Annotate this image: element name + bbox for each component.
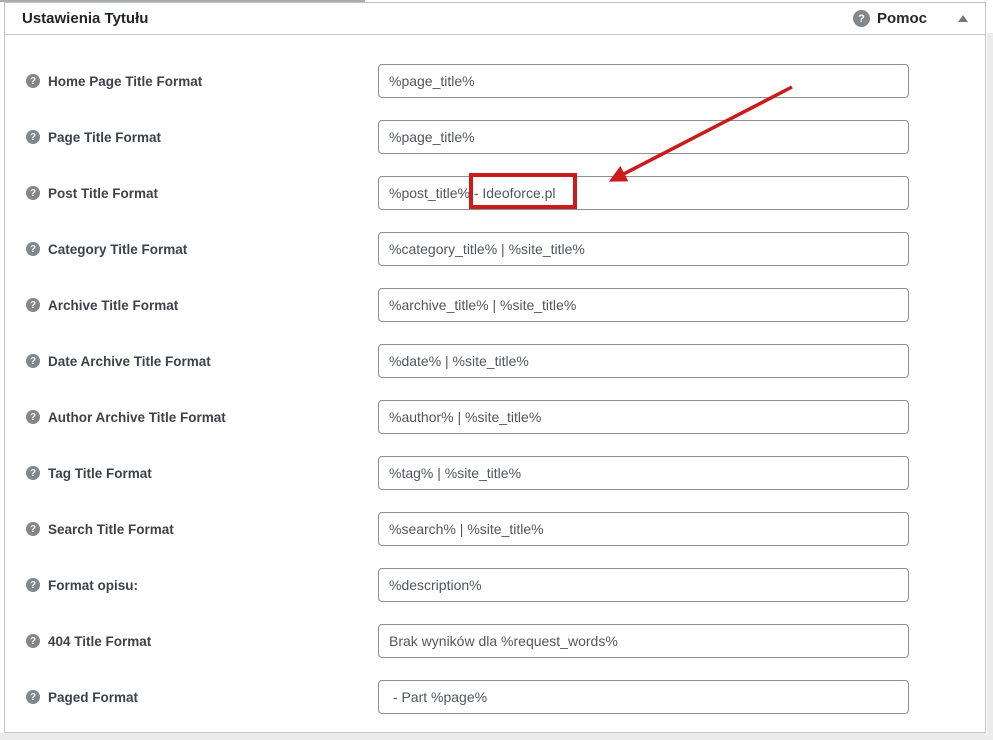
collapse-up-arrow-icon (958, 15, 968, 22)
setting-label: 404 Title Format (48, 634, 151, 649)
setting-label: Archive Title Format (48, 298, 178, 313)
paged-format-input[interactable] (378, 680, 909, 714)
label-cell: ? 404 Title Format (5, 634, 378, 649)
label-cell: ? Paged Format (5, 690, 378, 705)
label-cell: ? Search Title Format (5, 522, 378, 537)
label-cell: ? Author Archive Title Format (5, 410, 378, 425)
question-mark-circle-icon[interactable]: ? (26, 522, 40, 536)
label-cell: ? Home Page Title Format (5, 74, 378, 89)
setting-label: Author Archive Title Format (48, 410, 226, 425)
label-cell: ? Category Title Format (5, 242, 378, 257)
setting-row-tag-title: ? Tag Title Format (5, 445, 985, 501)
question-mark-circle-icon[interactable]: ? (26, 354, 40, 368)
setting-row-author-archive-title: ? Author Archive Title Format (5, 389, 985, 445)
title-settings-panel: Ustawienia Tytułu ? Pomoc ? Home Page Ti… (4, 2, 986, 733)
question-mark-circle-icon[interactable]: ? (26, 298, 40, 312)
label-cell: ? Date Archive Title Format (5, 354, 378, 369)
setting-label: Category Title Format (48, 242, 187, 257)
setting-label: Home Page Title Format (48, 74, 202, 89)
404-title-format-input[interactable] (378, 624, 909, 658)
question-mark-circle-icon: ? (853, 10, 870, 27)
setting-label: Paged Format (48, 690, 138, 705)
question-mark-circle-icon[interactable]: ? (26, 690, 40, 704)
panel-header: Ustawienia Tytułu ? Pomoc (5, 3, 985, 35)
setting-row-description-format: ? Format opisu: (5, 557, 985, 613)
question-mark-circle-icon[interactable]: ? (26, 634, 40, 648)
collapse-toggle-button[interactable] (953, 9, 973, 29)
question-mark-circle-icon[interactable]: ? (26, 74, 40, 88)
tag-title-format-input[interactable] (378, 456, 909, 490)
panel-title: Ustawienia Tytułu (22, 10, 148, 27)
question-mark-circle-icon[interactable]: ? (26, 410, 40, 424)
date-archive-title-format-input[interactable] (378, 344, 909, 378)
question-mark-circle-icon[interactable]: ? (26, 466, 40, 480)
label-cell: ? Archive Title Format (5, 298, 378, 313)
setting-label: Search Title Format (48, 522, 174, 537)
page-title-format-input[interactable] (378, 120, 909, 154)
setting-row-archive-title: ? Archive Title Format (5, 277, 985, 333)
search-title-format-input[interactable] (378, 512, 909, 546)
category-title-format-input[interactable] (378, 232, 909, 266)
setting-row-date-archive-title: ? Date Archive Title Format (5, 333, 985, 389)
question-mark-circle-icon[interactable]: ? (26, 578, 40, 592)
home-page-title-format-input[interactable] (378, 64, 909, 98)
setting-label: Tag Title Format (48, 466, 152, 481)
question-mark-circle-icon[interactable]: ? (26, 130, 40, 144)
setting-label: Format opisu: (48, 578, 138, 593)
setting-row-home-page-title: ? Home Page Title Format (5, 53, 985, 109)
archive-title-format-input[interactable] (378, 288, 909, 322)
label-cell: ? Page Title Format (5, 130, 378, 145)
label-cell: ? Tag Title Format (5, 466, 378, 481)
setting-label: Page Title Format (48, 130, 161, 145)
setting-label: Date Archive Title Format (48, 354, 211, 369)
page-right-edge (987, 33, 993, 740)
help-label: Pomoc (877, 10, 927, 27)
panel-body: ? Home Page Title Format ? Page Title Fo… (5, 35, 985, 725)
setting-row-paged-format: ? Paged Format (5, 669, 985, 725)
help-button[interactable]: ? Pomoc (853, 10, 927, 27)
page: { "panel": { "title": "Ustawienia Tytułu… (0, 0, 993, 740)
setting-row-404-title: ? 404 Title Format (5, 613, 985, 669)
setting-row-page-title: ? Page Title Format (5, 109, 985, 165)
label-cell: ? Post Title Format (5, 186, 378, 201)
setting-row-search-title: ? Search Title Format (5, 501, 985, 557)
question-mark-circle-icon[interactable]: ? (26, 242, 40, 256)
label-cell: ? Format opisu: (5, 578, 378, 593)
setting-label: Post Title Format (48, 186, 158, 201)
page-bottom-edge (0, 733, 993, 740)
post-title-format-input[interactable] (378, 176, 909, 210)
setting-row-post-title: ? Post Title Format (5, 165, 985, 221)
question-mark-circle-icon[interactable]: ? (26, 186, 40, 200)
setting-row-category-title: ? Category Title Format (5, 221, 985, 277)
description-format-input[interactable] (378, 568, 909, 602)
author-archive-title-format-input[interactable] (378, 400, 909, 434)
